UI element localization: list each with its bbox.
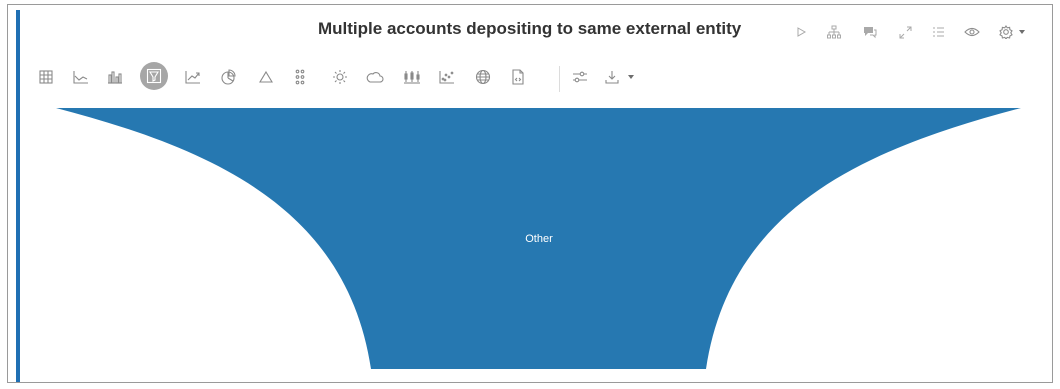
funnel-chart: Other <box>56 108 1021 369</box>
funnel-label-other: Other <box>525 233 553 245</box>
